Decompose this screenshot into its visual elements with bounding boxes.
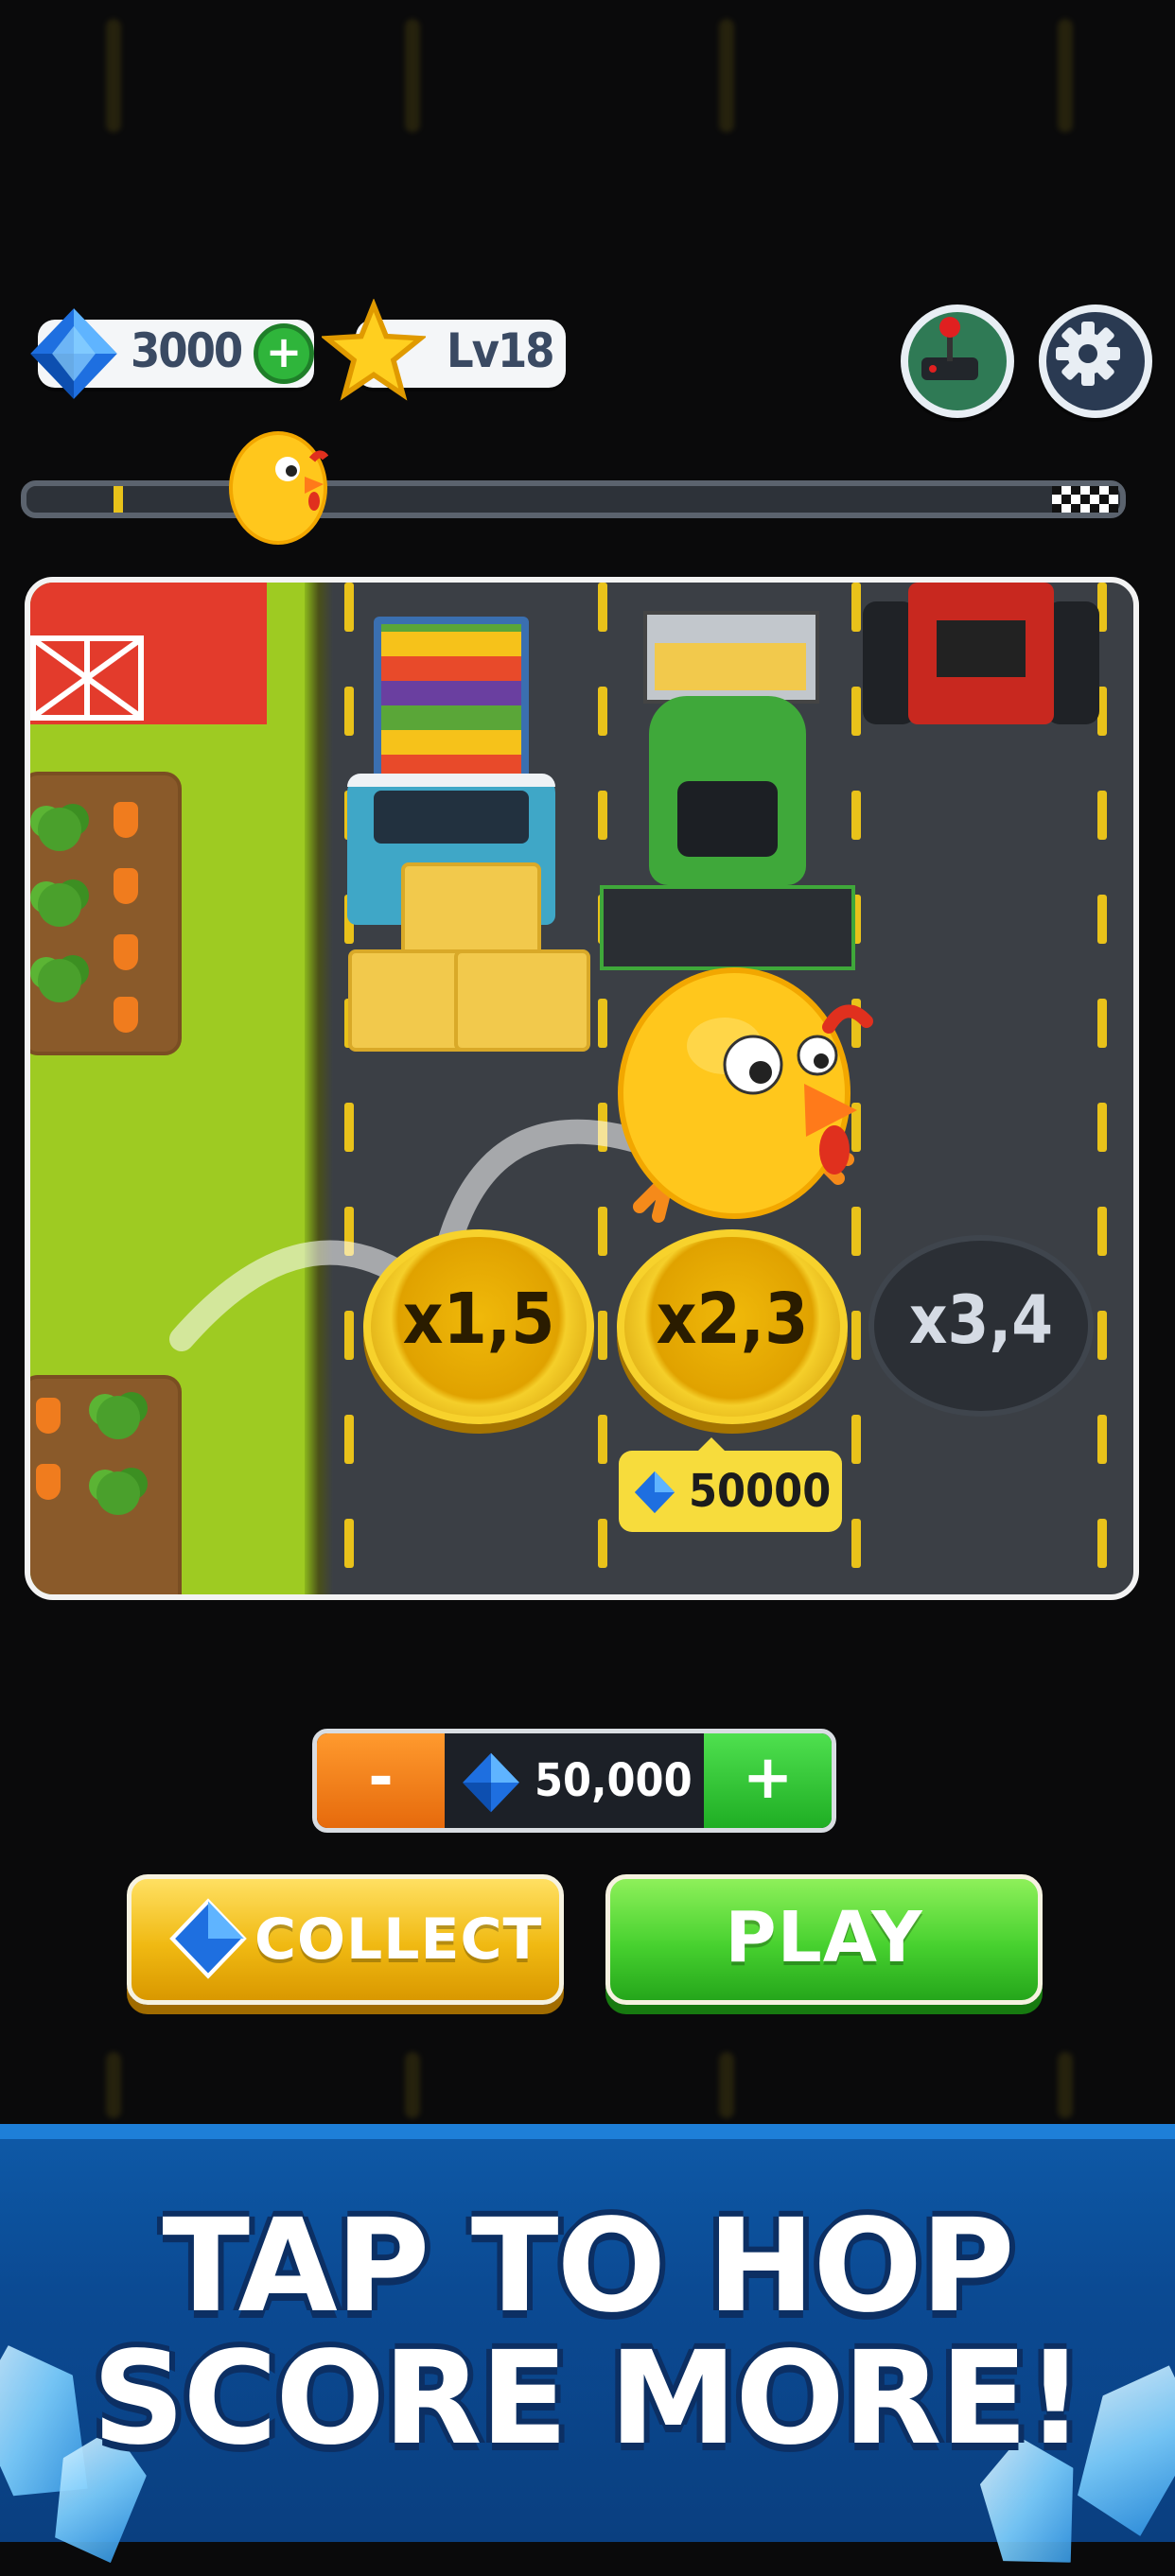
multiplier-coin-2[interactable]: x2,3 xyxy=(617,1229,848,1424)
chicken-progress-icon xyxy=(229,431,329,545)
controller-button[interactable] xyxy=(901,305,1014,418)
diamond-icon xyxy=(634,1471,675,1514)
lane-dash xyxy=(598,1519,607,1568)
background-road-dash xyxy=(1058,2052,1073,2118)
background-road-dash xyxy=(106,19,121,132)
multiplier-label: x1,5 xyxy=(402,1279,555,1360)
joystick-icon xyxy=(921,317,978,380)
multiplier-label: x3,4 xyxy=(908,1281,1054,1359)
lane-dash xyxy=(851,1519,861,1568)
combine-harvester xyxy=(600,611,855,989)
banner-headline-2: SCORE MORE! xyxy=(92,2324,1085,2474)
lane-dash xyxy=(851,1415,861,1464)
level-label: Lv18 xyxy=(447,323,555,378)
lane-dash xyxy=(851,1311,861,1360)
diamond-icon xyxy=(30,308,117,399)
lane-dash xyxy=(1097,999,1107,1048)
background-road-dash xyxy=(405,19,420,132)
diamond-icon xyxy=(463,1752,519,1813)
lane-dash xyxy=(598,1415,607,1464)
lane-dash xyxy=(1097,1207,1107,1256)
background-road-dash xyxy=(1058,19,1073,132)
unlock-price: 50000 xyxy=(689,1465,832,1518)
banner-headline-1: TAP TO HOP xyxy=(162,2192,1014,2341)
lane-dash xyxy=(344,1415,354,1464)
star-icon xyxy=(322,299,426,401)
red-tractor xyxy=(863,583,1099,743)
lettuce-icon xyxy=(38,808,81,851)
lane-dash xyxy=(1097,1311,1107,1360)
unlock-price-tag: 50000 xyxy=(619,1451,842,1532)
bet-amount: 50,000 xyxy=(535,1754,693,1807)
lettuce-icon xyxy=(96,1396,140,1439)
bet-stepper: - 50,000 + xyxy=(312,1729,836,1833)
gem-count: 3000 xyxy=(131,323,243,378)
multiplier-coin-3-locked[interactable]: x3,4 xyxy=(868,1235,1094,1417)
background-road-dash xyxy=(405,2052,420,2118)
carrot-icon xyxy=(36,1464,61,1500)
settings-button[interactable] xyxy=(1039,305,1152,418)
carrot-icon xyxy=(114,868,138,904)
game-board[interactable]: x1,5 x2,3 x3,4 50000 xyxy=(25,577,1139,1600)
carrot-icon xyxy=(36,1398,61,1434)
lettuce-icon xyxy=(38,883,81,927)
gear-icon xyxy=(1056,322,1120,386)
lane-dash xyxy=(1097,1415,1107,1464)
increase-bet-button[interactable]: + xyxy=(704,1733,832,1828)
promo-banner: TAP TO HOP SCORE MORE! xyxy=(0,2124,1175,2542)
background-road-dash xyxy=(719,19,734,132)
lane-dash xyxy=(1097,895,1107,944)
progress-marker xyxy=(114,486,124,513)
decrease-bet-button[interactable]: - xyxy=(317,1733,445,1828)
level-progress-bar xyxy=(21,480,1126,518)
background-road-dash xyxy=(106,2052,121,2118)
diamond-icon xyxy=(169,1898,247,1979)
lettuce-icon xyxy=(96,1471,140,1515)
carrot-icon xyxy=(114,802,138,838)
carrot-icon xyxy=(114,997,138,1033)
play-button[interactable]: PLAY xyxy=(605,1874,1043,2005)
play-label: PLAY xyxy=(725,1897,923,1978)
collect-label: COLLECT xyxy=(254,1906,543,1973)
barn-door xyxy=(30,635,144,721)
background-road-dash xyxy=(719,2052,734,2118)
checkered-flag-icon xyxy=(1052,486,1118,513)
barn xyxy=(30,583,267,724)
multiplier-coin-1[interactable]: x1,5 xyxy=(363,1229,594,1424)
lane-dash xyxy=(1097,1519,1107,1568)
add-gems-button[interactable]: + xyxy=(254,323,314,384)
chicken-character xyxy=(618,967,873,1223)
truck-cargo xyxy=(374,617,529,787)
carrot-icon xyxy=(114,934,138,970)
lane-dash xyxy=(1097,1103,1107,1152)
lane-dash xyxy=(1097,791,1107,840)
collect-button[interactable]: COLLECT xyxy=(127,1874,564,2005)
lettuce-icon xyxy=(38,959,81,1002)
multiplier-label: x2,3 xyxy=(656,1279,809,1360)
lane-dash xyxy=(344,1519,354,1568)
